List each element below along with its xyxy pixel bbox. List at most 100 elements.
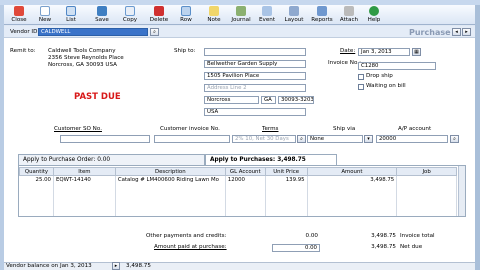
net-due-label: Net due [400, 244, 423, 250]
delete-icon [154, 6, 164, 16]
note-icon [209, 6, 219, 16]
ship-via-select[interactable]: None [307, 135, 363, 143]
form-title: Purchase [409, 28, 451, 37]
layout-button[interactable]: Layout [281, 6, 307, 25]
customer-invoice-label: Customer invoice No. [160, 126, 220, 132]
col-description: Description [114, 167, 226, 176]
col-item: Item [52, 167, 116, 176]
remit-line-1: Caldwell Tools Company [48, 48, 116, 54]
cell-gl-account[interactable]: 12000 [225, 175, 266, 184]
status-bar: Vendor balance on Jan 3, 2013 ▸ 3,498.75 [4, 262, 475, 270]
vendor-id-label: Vendor ID: [10, 29, 40, 35]
event-icon [262, 6, 272, 16]
delete-button[interactable]: Delete [147, 6, 171, 25]
attach-icon [344, 6, 354, 16]
invoice-no-input[interactable]: C1280 [358, 62, 436, 70]
cell-amount[interactable]: 3,498.75 [307, 175, 398, 184]
date-input[interactable]: Jan 3, 2013 [358, 48, 410, 56]
ship-to-selector[interactable] [204, 48, 306, 56]
vendor-balance-label: Vendor balance on Jan 3, 2013 [6, 263, 92, 269]
vendor-lookup-button[interactable]: ⌕ [150, 28, 159, 36]
cell-description[interactable]: Catalog # LM400600 Riding Lawn Mo [115, 175, 226, 184]
terms-input[interactable]: 2% 10, Net 30 Days [232, 135, 296, 143]
invoice-total-value: 3,498.75 [371, 233, 396, 239]
save-icon [97, 6, 107, 16]
ship-to-zip-field[interactable]: 30093-3203 [278, 96, 314, 104]
remit-line-3: Norcross, GA 30093 USA [48, 62, 117, 68]
amount-paid-label: Amount paid at purchase: [154, 244, 227, 250]
vendor-balance-button[interactable]: ▸ [112, 262, 120, 270]
terms-label: Terms [262, 126, 279, 132]
tab-apply-purchases[interactable]: Apply to Purchases: 3,498.75 [205, 154, 337, 165]
help-icon [369, 6, 379, 16]
ship-to-country-field[interactable]: USA [204, 108, 306, 116]
amount-paid-input[interactable]: 0.00 [272, 244, 320, 252]
note-button[interactable]: Note [203, 6, 225, 25]
invoice-no-label: Invoice No.: [328, 60, 361, 66]
save-button[interactable]: Save [88, 6, 116, 25]
help-button[interactable]: Help [364, 6, 384, 25]
reports-icon [317, 6, 327, 16]
remit-to-label: Remit to: [10, 48, 36, 54]
customer-so-input[interactable] [60, 135, 150, 143]
event-button[interactable]: Event [256, 6, 278, 25]
form-nav-prev-button[interactable]: ◂ [452, 28, 461, 36]
table-row[interactable] [19, 183, 457, 192]
waiting-on-bill-checkbox[interactable] [358, 84, 364, 90]
list-icon [66, 6, 76, 16]
new-button[interactable]: New [34, 6, 56, 25]
table-row[interactable] [19, 199, 457, 208]
journal-button[interactable]: Journal [228, 6, 254, 25]
vendor-id-input[interactable]: CALDWELL [38, 28, 148, 36]
drop-ship-checkbox[interactable] [358, 74, 364, 80]
cell-job[interactable] [396, 175, 457, 184]
layout-icon [289, 6, 299, 16]
attach-button[interactable]: Attach [337, 6, 361, 25]
table-row[interactable]: 25.00 EQWT-14140 Catalog # LM400600 Ridi… [19, 175, 457, 184]
grid-header-row: Quantity Item Description GL Account Uni… [19, 167, 457, 176]
invoice-total-label: Invoice total [400, 233, 435, 239]
customer-invoice-input[interactable] [154, 135, 230, 143]
cell-item[interactable]: EQWT-14140 [53, 175, 116, 184]
cell-quantity[interactable]: 25.00 [19, 175, 54, 184]
ship-to-label: Ship to: [174, 48, 196, 54]
copy-icon [125, 6, 135, 16]
grid-scrollbar[interactable] [458, 166, 465, 216]
terms-lookup-button[interactable]: ⌕ [297, 135, 306, 143]
journal-icon [236, 6, 246, 16]
arrow-right-icon: ▸ [114, 263, 118, 269]
copy-button[interactable]: Copy [119, 6, 141, 25]
calendar-icon: ▦ [414, 49, 419, 55]
ship-to-city-field[interactable]: Norcross [204, 96, 259, 104]
ap-account-input[interactable]: 20000 [376, 135, 448, 143]
col-gl-account: GL Account [224, 167, 266, 176]
col-quantity: Quantity [19, 167, 54, 176]
purchases-grid: Quantity Item Description GL Account Uni… [19, 167, 457, 216]
row-button[interactable]: Row [174, 6, 198, 25]
ap-account-lookup-button[interactable]: ⌕ [450, 135, 459, 143]
list-button[interactable]: List [60, 6, 82, 25]
magnifier-icon: ⌕ [153, 29, 156, 35]
magnifier-icon: ⌕ [453, 136, 456, 142]
purchase-form: Vendor ID: CALDWELL ⌕ Purchase ◂ ▸ Remit… [4, 26, 475, 270]
calendar-button[interactable]: ▦ [412, 48, 421, 56]
col-unit-price: Unit Price [264, 167, 308, 176]
ship-to-name-field[interactable]: Bellwether Garden Supply [204, 60, 306, 68]
form-nav-next-button[interactable]: ▸ [462, 28, 471, 36]
ship-to-address1-field[interactable]: 1505 Pavilion Place [204, 72, 306, 80]
col-job: Job [396, 167, 457, 176]
table-row[interactable] [19, 207, 457, 216]
ap-account-label: A/P account [398, 126, 432, 132]
vendor-balance-value: 3,498.75 [126, 263, 151, 269]
past-due-status: PAST DUE [74, 92, 121, 102]
other-payments-label: Other payments and credits: [146, 233, 227, 239]
cell-unit-price[interactable]: 139.95 [265, 175, 308, 184]
ship-to-address2-field[interactable]: Address Line 2 [204, 84, 306, 92]
table-row[interactable] [19, 191, 457, 200]
date-label: Date: [340, 48, 356, 54]
reports-button[interactable]: Reports [308, 6, 336, 25]
tab-apply-purchase-order[interactable]: Apply to Purchase Order: 0.00 [18, 154, 205, 165]
close-button[interactable]: Close [8, 6, 30, 25]
ship-via-dropdown-button[interactable]: ▾ [364, 135, 373, 143]
ship-to-state-field[interactable]: GA [261, 96, 276, 104]
